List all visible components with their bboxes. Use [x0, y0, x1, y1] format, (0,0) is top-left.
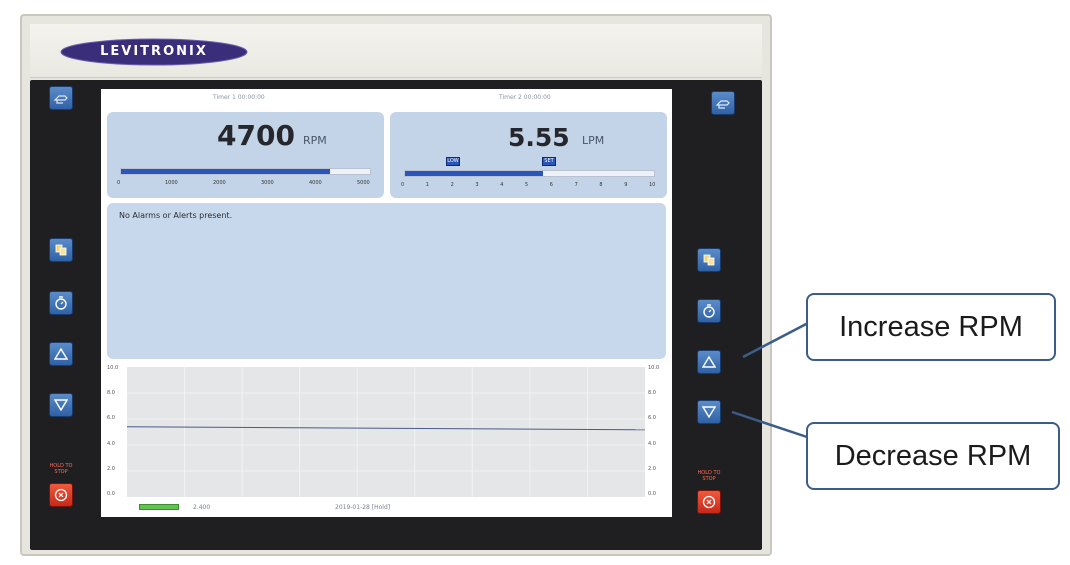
photo-stage: LEVITRONIX HOLD TO STOP HOLD TO STOP Tim…: [0, 0, 1070, 565]
increase-rpm-callout: Increase RPM: [806, 293, 1056, 361]
increase-callout-line: [742, 320, 811, 359]
decrease-rpm-callout: Decrease RPM: [806, 422, 1060, 490]
decrease-callout-line: [731, 410, 811, 440]
